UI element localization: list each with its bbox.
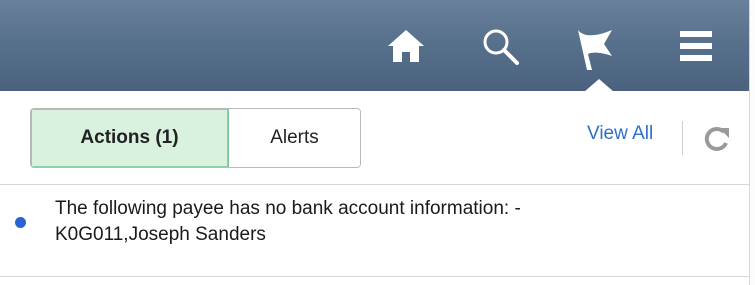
notification-line-2: K0G011,Joseph Sanders — [55, 224, 266, 245]
notifications-panel: Actions (1) Alerts View All The followin… — [0, 0, 755, 285]
flag-pointer-caret — [584, 79, 614, 92]
search-icon[interactable] — [476, 22, 524, 70]
tab-group: Actions (1) Alerts — [30, 108, 361, 168]
refresh-icon[interactable] — [702, 124, 732, 154]
home-icon[interactable] — [382, 22, 430, 70]
notification-text: The following payee has no bank account … — [55, 196, 735, 248]
flag-icon[interactable] — [570, 22, 618, 70]
toolbar-divider — [682, 121, 683, 155]
menu-icon[interactable] — [672, 22, 720, 70]
tab-actions[interactable]: Actions (1) — [31, 109, 229, 167]
panel-right-edge — [749, 0, 755, 285]
view-all-link[interactable]: View All — [587, 123, 653, 145]
list-item[interactable]: The following payee has no bank account … — [0, 184, 749, 276]
header-bar — [0, 0, 755, 91]
tab-alerts[interactable]: Alerts — [229, 109, 360, 167]
unread-dot — [15, 217, 26, 228]
list-divider-bottom — [0, 276, 749, 277]
notification-line-1: The following payee has no bank account … — [55, 198, 521, 219]
